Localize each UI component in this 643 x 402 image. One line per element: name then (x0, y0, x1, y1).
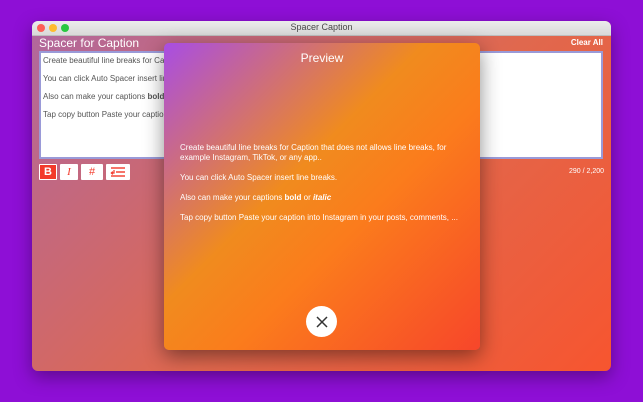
preview-text-run: Also can make your captions (180, 193, 285, 202)
auto-spacer-button[interactable] (106, 164, 130, 180)
italic-button[interactable]: I (60, 164, 78, 180)
preview-bold-word: bold (284, 193, 302, 202)
close-preview-button[interactable] (306, 306, 337, 337)
character-counter: 290 / 2,200 (568, 168, 604, 175)
preview-text: Create beautiful line breaks for Caption… (180, 143, 476, 233)
preview-title: Preview (300, 51, 344, 65)
format-toolbar: B I # (39, 164, 130, 180)
preview-italic-word: italic (312, 193, 332, 202)
bold-button[interactable]: B (39, 164, 57, 180)
close-icon (315, 315, 328, 328)
preview-paragraph: Create beautiful line breaks for Caption… (180, 143, 447, 162)
preview-dialog: Preview Create beautiful line breaks for… (164, 43, 480, 350)
clear-all-button[interactable]: Clear All (571, 38, 603, 47)
app-title: Spacer for Caption (39, 36, 140, 50)
title-bar: Spacer Caption (32, 21, 611, 36)
window-title: Spacer Caption (290, 22, 353, 32)
preview-paragraph: You can click Auto Spacer insert line br… (180, 173, 338, 182)
preview-paragraph: Also can make your captions bold or ital… (180, 193, 476, 203)
hashtag-button[interactable]: # (81, 164, 103, 180)
preview-paragraph: Tap copy button Paste your caption into … (180, 213, 458, 222)
editor-line-text: Also can make your captions (43, 92, 146, 101)
preview-text-run: or (301, 193, 313, 202)
editor-bold-word: bold (147, 92, 165, 101)
insert-line-break-icon (110, 167, 125, 177)
